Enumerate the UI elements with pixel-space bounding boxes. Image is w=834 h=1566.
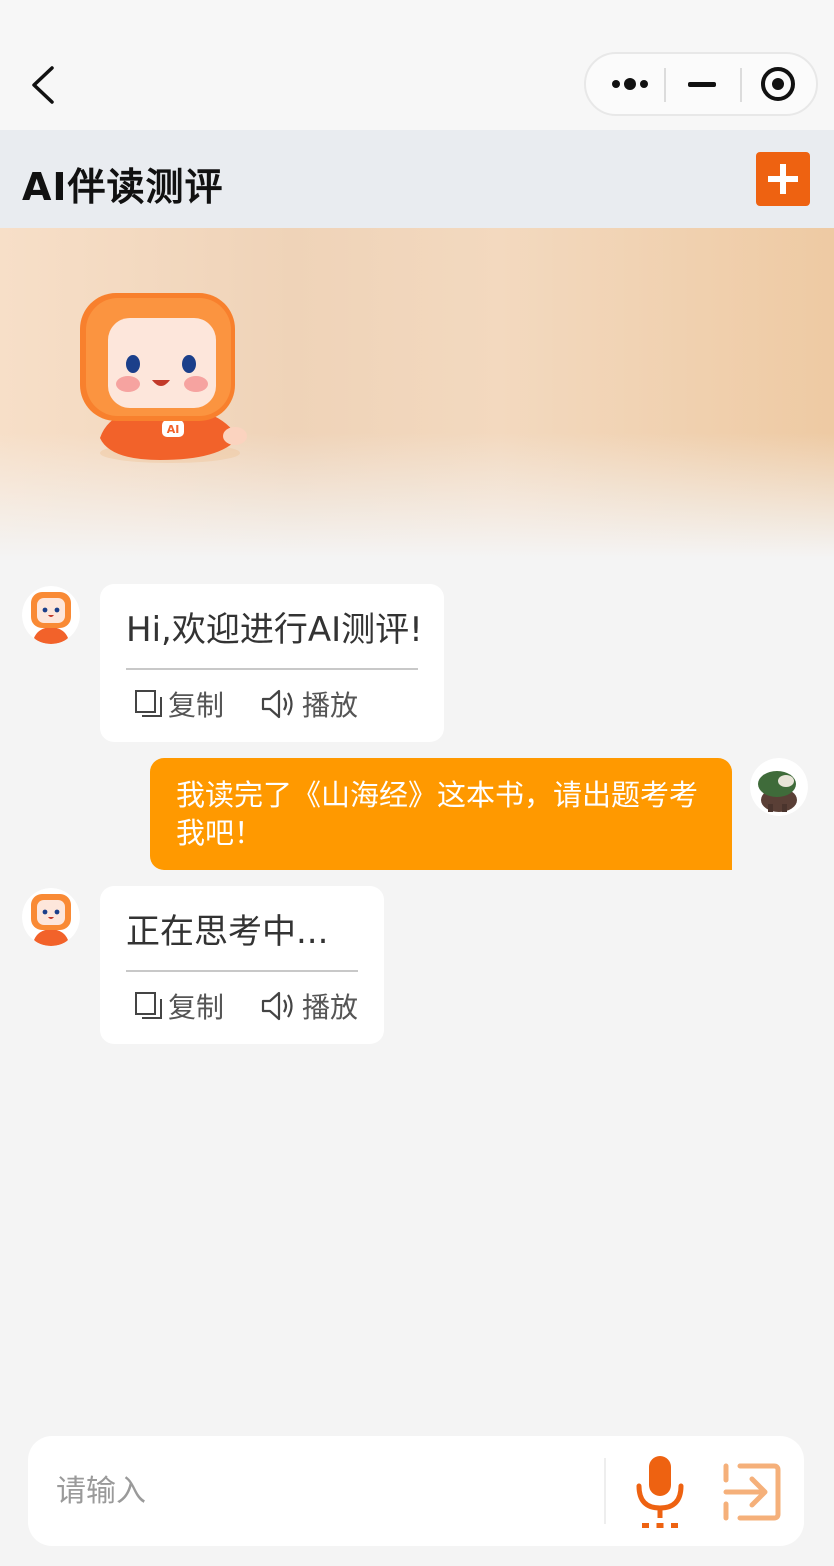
chevron-left-icon	[32, 66, 54, 104]
ai-avatar	[22, 888, 80, 946]
capsule-divider	[740, 68, 742, 102]
title-bar: AI伴读测评	[0, 130, 834, 228]
hero-banner: AI	[0, 228, 834, 558]
speaker-icon	[261, 991, 293, 1021]
close-button[interactable]	[748, 64, 808, 104]
page-title: AI伴读测评	[22, 165, 224, 209]
send-icon	[723, 1463, 781, 1521]
robot-avatar-icon	[22, 888, 80, 946]
copy-button[interactable]: 复制	[134, 986, 224, 1026]
copy-label: 复制	[168, 991, 225, 1024]
copy-icon	[135, 992, 162, 1019]
user-avatar	[750, 758, 808, 816]
message-divider	[126, 970, 358, 972]
voice-button[interactable]	[632, 1454, 688, 1532]
copy-icon	[135, 690, 162, 717]
ai-message-bubble: Hi,欢迎进行AI测评! 复制 播放	[100, 584, 444, 742]
capsule-menu	[584, 52, 818, 116]
minimize-button[interactable]	[672, 64, 732, 104]
svg-text:AI: AI	[167, 423, 180, 436]
message-divider	[126, 668, 418, 670]
user-avatar-image	[750, 758, 808, 816]
ai-avatar	[22, 586, 80, 644]
play-button[interactable]: 播放	[260, 986, 358, 1026]
minus-icon	[688, 82, 716, 87]
back-button[interactable]	[22, 58, 66, 112]
speaker-icon	[261, 689, 293, 719]
play-button[interactable]: 播放	[260, 684, 358, 724]
play-label: 播放	[302, 991, 359, 1024]
copy-label: 复制	[168, 689, 225, 722]
play-label: 播放	[302, 689, 359, 722]
send-button[interactable]	[720, 1460, 784, 1524]
message-input[interactable]	[54, 1466, 598, 1518]
message-text: Hi,欢迎进行AI测评!	[126, 610, 423, 650]
copy-button[interactable]: 复制	[134, 684, 224, 724]
plus-icon	[768, 164, 798, 194]
robot-mascot-image: AI	[80, 293, 247, 463]
capsule-divider	[664, 68, 666, 102]
input-divider	[604, 1458, 606, 1524]
microphone-icon	[636, 1456, 684, 1528]
target-icon	[761, 67, 795, 101]
input-bar	[28, 1436, 804, 1546]
user-message-bubble: 我读完了《山海经》这本书，请出题考考我吧！	[150, 758, 732, 870]
ai-message-bubble: 正在思考中... 复制 播放	[100, 886, 384, 1044]
message-text: 正在思考中...	[126, 912, 329, 952]
add-button[interactable]	[756, 152, 810, 206]
more-dots-icon	[612, 78, 648, 90]
nav-bar	[0, 0, 834, 130]
message-text: 我读完了《山海经》这本书，请出题考考我吧！	[176, 778, 699, 850]
robot-avatar-icon	[22, 586, 80, 644]
app-screen: AI伴读测评 AI Hi,欢迎进行AI测评! 复制 播放 我读完了《山海经》这本…	[0, 0, 834, 1566]
more-button[interactable]	[600, 64, 660, 104]
